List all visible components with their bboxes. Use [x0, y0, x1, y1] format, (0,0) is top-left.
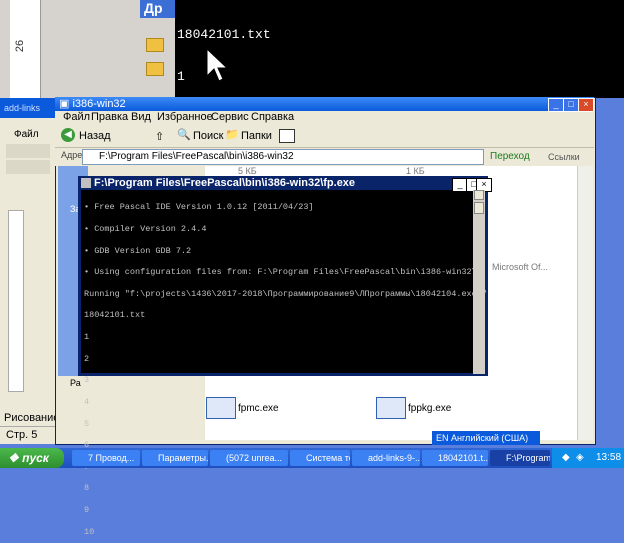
word-toolbar-2 [6, 160, 50, 174]
console-line: • Compiler Version 2.4.4 [84, 224, 207, 235]
explorer-title: i386-win32 [72, 98, 126, 110]
console-line: 1 [177, 69, 185, 84]
address-value: F:\Program Files\FreePascal\bin\i386-win… [99, 151, 294, 162]
system-tray: ◆ ◈ 13:58 [552, 448, 624, 468]
start-button[interactable]: ❖ пуск [0, 448, 64, 468]
search-icon[interactable]: 🔍 [177, 128, 191, 141]
taskbar-item[interactable]: (5072 unrea... [210, 450, 288, 466]
console-line: 9 [84, 504, 90, 515]
mouse-cursor-icon [206, 48, 228, 82]
console-line: 10 [84, 526, 95, 537]
console-icon [81, 178, 91, 188]
windows-logo-icon: ❖ [8, 451, 19, 465]
menu-help[interactable]: Справка [251, 111, 294, 123]
network-icon[interactable]: ◆ [562, 448, 570, 468]
taskbar-item[interactable]: add-links-9-... [352, 450, 420, 466]
console-line: 5 [84, 418, 90, 429]
word-window-title[interactable]: add-links [0, 98, 58, 118]
file-size-label: 1 КБ [406, 166, 425, 176]
back-arrow-icon[interactable]: ◀ [61, 128, 75, 142]
folders-button[interactable]: Папки [241, 130, 272, 142]
folder-icon: ▣ [59, 98, 70, 110]
music-note-watermark-icon [520, 330, 580, 410]
folder-icon [146, 62, 164, 76]
word-vertical-ruler [8, 210, 24, 392]
console-line: 3 [84, 375, 90, 386]
menu-tools[interactable]: Сервис [211, 111, 249, 123]
links-button[interactable]: Ссылки [548, 152, 580, 162]
console-line: • Free Pascal IDE Version 1.0.12 [2011/0… [84, 202, 314, 213]
background-word-title[interactable]: Др [140, 0, 180, 18]
volume-icon[interactable]: ◈ [576, 448, 584, 468]
start-label: пуск [22, 451, 49, 465]
explorer-title-bar[interactable]: ▣ i386-win32 [55, 97, 594, 111]
console-title: F:\Program Files\FreePascal\bin\i386-win… [94, 177, 356, 189]
console-line: • GDB Version GDB 7.2 [84, 245, 192, 256]
top-console-output: 18042101.txt 1 2 3 4 5 6 [175, 0, 624, 294]
console-line: Running "f:\projects\1436\2017-2018\Прог… [84, 288, 487, 299]
close-button[interactable]: × [578, 98, 594, 112]
explorer-menu-bar: Файл Правка Вид Избранное Сервис Справка [55, 111, 594, 125]
taskbar-item[interactable]: 18042101.t... [422, 450, 488, 466]
taskbar-item[interactable]: Система те... [290, 450, 350, 466]
language-bar[interactable]: EN Английский (США) [432, 431, 540, 445]
maximize-button[interactable]: □ [563, 98, 579, 112]
menu-favorites[interactable]: Избранное [157, 111, 213, 123]
console-line: 8 [84, 483, 90, 494]
scroll-thumb[interactable] [474, 202, 484, 214]
go-button[interactable]: Переход [490, 151, 530, 162]
address-input[interactable]: F:\Program Files\FreePascal\bin\i386-win… [82, 149, 484, 165]
console-line: 1 [84, 332, 90, 343]
back-button[interactable]: Назад [79, 130, 111, 142]
word-file-menu[interactable]: Файл [14, 129, 39, 140]
word-tab-fragment: add-links [4, 103, 41, 113]
ruler-number: 26 [14, 39, 27, 53]
console-line: 4 [84, 396, 90, 407]
folders-icon[interactable]: 📁 [225, 128, 239, 141]
console-line: 18042101.txt [84, 310, 146, 321]
explorer-toolbar: ◀ Назад ⇧ 🔍 Поиск 📁 Папки [55, 125, 594, 148]
console-output: • Free Pascal IDE Version 1.0.12 [2011/0… [84, 190, 487, 543]
search-button[interactable]: Поиск [193, 130, 223, 142]
menu-view[interactable]: Вид [131, 111, 151, 123]
word-toolbar [6, 144, 50, 158]
task-pane-item: Ра [70, 378, 81, 388]
menu-edit[interactable]: Правка [91, 111, 128, 123]
taskbar-item[interactable]: 7 Провод... [72, 450, 140, 466]
file-type-label: Microsoft Of... [492, 262, 549, 272]
clock: 13:58 [596, 452, 622, 463]
minimize-button[interactable]: _ [548, 98, 564, 112]
scroll-up-button[interactable] [474, 190, 484, 200]
taskbar-item[interactable]: Параметры... [142, 450, 208, 466]
menu-file[interactable]: Файл [63, 111, 90, 123]
console-line: • Using configuration files from: F:\Pro… [84, 267, 477, 278]
console-scrollbar[interactable] [473, 190, 485, 374]
file-size-label: 5 КБ [238, 166, 257, 176]
taskbar-item-active[interactable]: F:\Program ... [490, 450, 550, 466]
views-icon[interactable] [279, 129, 295, 143]
console-line: 18042101.txt [177, 27, 271, 42]
up-folder-icon[interactable]: ⇧ [155, 130, 164, 143]
console-title-bar[interactable]: F:\Program Files\FreePascal\bin\i386-win… [78, 176, 488, 190]
console-line: 2 [84, 353, 90, 364]
folder-icon [146, 38, 164, 52]
